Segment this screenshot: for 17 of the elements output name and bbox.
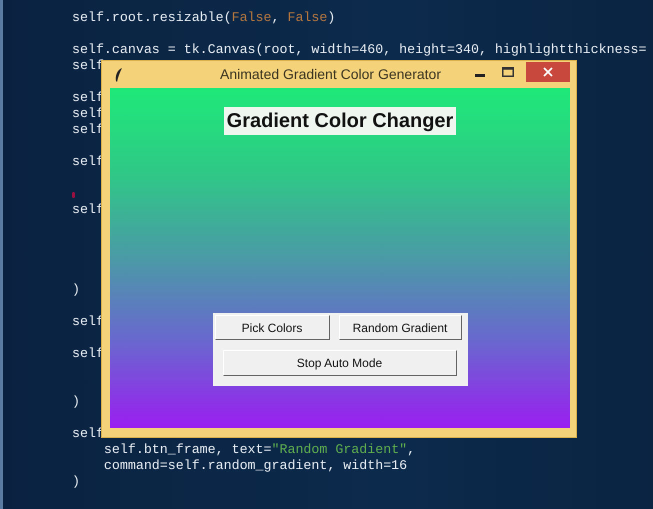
code-line: ) xyxy=(72,474,80,489)
code-line: ) xyxy=(72,282,80,297)
code-line: ) xyxy=(72,394,80,409)
feather-icon xyxy=(114,66,124,82)
code-line: command=self.random_gradient, width=16 xyxy=(102,458,408,473)
action-button[interactable]: Random Gradient xyxy=(338,315,462,340)
close-button[interactable] xyxy=(526,62,570,82)
window-title: Animated Gradient Color Generator xyxy=(220,66,441,82)
code-line: self.btn_frame, text="Random Gradient", xyxy=(102,442,416,457)
code-line: self.canvas = tk.Canvas(root, width=460, height=340, highlightthickness= xyxy=(72,42,647,57)
code-line: self.root.resizable(False, False) xyxy=(72,10,336,25)
error-marker-icon xyxy=(72,192,75,198)
action-button[interactable]: Stop Auto Mode xyxy=(222,350,456,376)
maximize-icon[interactable] xyxy=(502,66,514,76)
action-button[interactable]: Pick Colors xyxy=(214,315,330,340)
heading: Gradient Color Changer xyxy=(224,107,456,135)
close-icon xyxy=(543,66,553,76)
